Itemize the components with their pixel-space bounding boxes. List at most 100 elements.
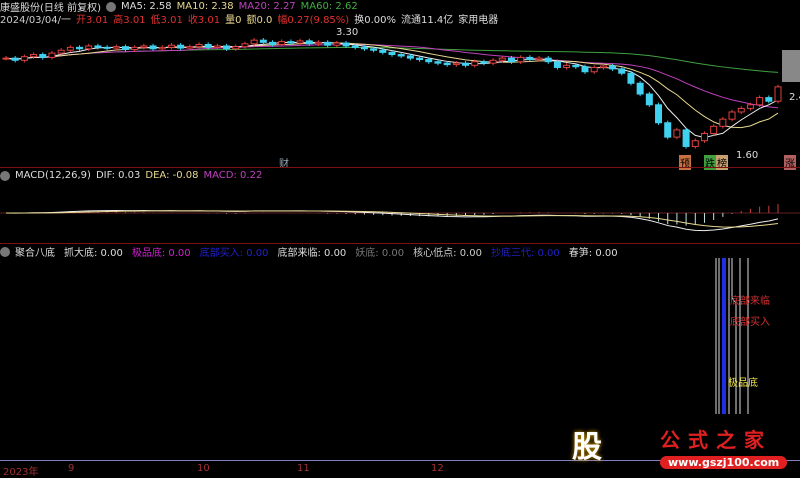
indicator-item: 妖底: 0.00	[355, 248, 405, 259]
candle	[526, 56, 534, 61]
candle	[737, 107, 745, 113]
candle	[112, 46, 120, 49]
macd-dea: DEA: -0.08	[145, 170, 199, 181]
candle	[11, 57, 19, 61]
candle	[131, 46, 139, 51]
candle	[416, 57, 424, 61]
candle	[140, 45, 148, 48]
indicator-item: 抄底三代: 0.00	[490, 248, 560, 259]
candle	[581, 66, 589, 73]
candle	[673, 129, 681, 138]
candle	[259, 39, 267, 43]
candle	[682, 129, 690, 147]
candle	[517, 56, 525, 63]
candle	[76, 46, 84, 50]
candle	[103, 46, 111, 49]
indicator-title: 聚合八底	[15, 248, 55, 259]
candle	[406, 55, 414, 59]
candle	[489, 59, 497, 64]
logo-char: 股	[572, 430, 602, 465]
candle	[553, 61, 561, 68]
candle	[700, 133, 708, 142]
candle	[728, 111, 736, 120]
signal-b: 底部买入	[730, 317, 770, 328]
candle	[609, 65, 617, 70]
candle	[85, 45, 93, 50]
candle	[462, 62, 470, 66]
indicator-header: 聚合八底 抓大底: 0.00 极品底: 0.00 底部买入: 0.00 底部来临: 0…	[0, 245, 618, 259]
settings-icon[interactable]	[0, 170, 10, 181]
candle	[177, 44, 185, 49]
divider	[0, 167, 800, 168]
candle	[342, 42, 350, 47]
candle	[213, 45, 221, 48]
price-chart[interactable]	[0, 0, 800, 160]
indicator-chart[interactable]	[0, 258, 800, 418]
candle	[278, 41, 286, 45]
macd-dif: DIF: 0.03	[95, 170, 141, 181]
candle	[167, 44, 175, 48]
candle	[443, 62, 451, 66]
candle	[425, 59, 433, 63]
indicator-item: 抓大底: 0.00	[64, 248, 123, 259]
settings-icon[interactable]	[0, 246, 10, 257]
candle	[535, 57, 543, 61]
logo-name: 公式之家	[660, 428, 772, 452]
candle	[370, 48, 378, 51]
candle	[507, 57, 515, 63]
candle	[765, 97, 773, 102]
candle	[48, 52, 56, 58]
candle	[20, 56, 28, 61]
candle	[480, 61, 488, 64]
high-label: 3.30	[336, 27, 359, 38]
macd-chart[interactable]	[0, 185, 800, 245]
candle	[664, 122, 672, 138]
candle	[379, 49, 387, 53]
candle	[314, 41, 322, 45]
indicator-item: 极品底: 0.00	[131, 248, 191, 259]
candle	[434, 61, 442, 64]
candle	[333, 42, 341, 46]
candle	[149, 45, 157, 50]
candle	[223, 45, 231, 50]
candle	[269, 41, 277, 45]
signal-c: 极品底	[728, 378, 758, 389]
candle	[397, 54, 405, 57]
candle	[232, 46, 240, 50]
macd-header: MACD(12,26,9) DIF: 0.03 DEA: -0.08 MACD:…	[0, 169, 262, 182]
candle	[627, 72, 635, 84]
candle	[590, 66, 598, 73]
candle	[30, 54, 38, 58]
candle	[39, 54, 47, 58]
candle	[186, 46, 194, 49]
scroll-box[interactable]	[782, 50, 800, 82]
candle	[94, 45, 102, 48]
candle	[636, 82, 644, 95]
indicator-item: 核心低点: 0.00	[413, 248, 482, 259]
indicator-item: 底部来临: 0.00	[277, 248, 347, 259]
watermark-logo: 股 公式之家 www.gszj100.com	[560, 420, 800, 475]
x-label: 2023年	[3, 467, 39, 478]
indicator-item: 底部买入: 0.00	[199, 248, 269, 259]
logo-url: www.gszj100.com	[660, 456, 788, 469]
candle	[324, 41, 332, 46]
candle	[360, 46, 368, 50]
candle	[563, 64, 571, 68]
candle	[655, 104, 663, 124]
macd-title: MACD(12,26,9)	[15, 170, 91, 181]
indicator-item: 春笋: 0.00	[568, 248, 618, 259]
x-label: 10	[197, 463, 210, 474]
candle	[2, 57, 10, 60]
candle	[241, 43, 249, 48]
low-label: 1.60	[736, 150, 759, 161]
candle	[645, 93, 653, 106]
dif-line	[5, 210, 779, 232]
x-label: 9	[68, 463, 75, 474]
signal-a: 底部来临	[730, 296, 770, 307]
candle	[66, 46, 74, 51]
candle	[471, 61, 479, 66]
candle	[691, 140, 699, 147]
candle	[498, 57, 506, 61]
candle	[305, 40, 313, 45]
candle	[572, 64, 580, 68]
